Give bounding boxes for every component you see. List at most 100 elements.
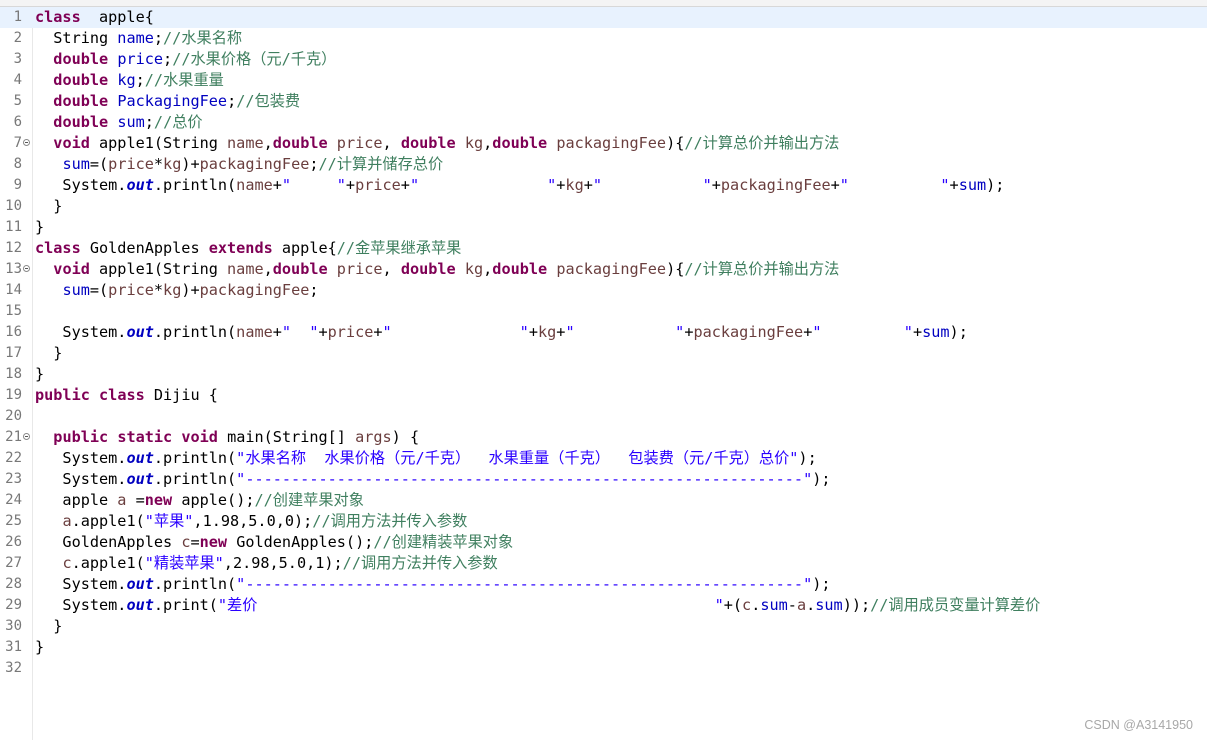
fold-toggle-icon[interactable] (23, 265, 30, 272)
code-line[interactable]: 27 c.apple1("精装苹果",2.98,5.0,1);//调用方法并传入… (0, 553, 1207, 574)
line-code: System.out.println(name+" "+price+" "+kg… (35, 175, 1004, 196)
watermark: CSDN @A3141950 (1084, 718, 1193, 732)
code-token: main(String[] (217, 428, 356, 446)
code-line[interactable]: 17 } (0, 343, 1207, 364)
code-line[interactable]: 25 a.apple1("苹果",1.98,5.0,0);//调用方法并传入参数 (0, 511, 1207, 532)
variable-token: price (336, 260, 383, 278)
code-token: .println( (153, 176, 237, 194)
code-token: ; (227, 92, 237, 110)
fold-toggle-icon[interactable] (23, 139, 30, 146)
line-number: 13 (5, 261, 22, 277)
code-line[interactable]: 16 System.out.println(name+" "+price+" "… (0, 322, 1207, 343)
comment-token: //水果价格（元/千克） (172, 50, 337, 68)
code-token: ); (812, 575, 831, 593)
line-code: void apple1(String name,double price, do… (35, 133, 839, 154)
code-line[interactable]: 20 (0, 406, 1207, 427)
code-line[interactable]: 28 System.out.println("-----------------… (0, 574, 1207, 595)
code-editor[interactable]: 1 class apple{2 String name;//水果名称 3 doubl… (0, 7, 1207, 740)
variable-token: kg (163, 281, 182, 299)
keyword-token: double (400, 134, 456, 152)
variable-token: kg (464, 260, 484, 278)
code-line[interactable]: 5 double PackagingFee;//包装费 (0, 91, 1207, 112)
code-line[interactable]: 7 void apple1(String name,double price, … (0, 133, 1207, 154)
code-token: +( (723, 596, 743, 614)
code-token: .println( (153, 575, 237, 593)
code-line[interactable]: 8 sum=(price*kg)+packagingFee;//计算并储存总价 (0, 154, 1207, 175)
code-token: + (912, 323, 923, 341)
code-line[interactable]: 26 GoldenApples c=new GoldenApples();//创… (0, 532, 1207, 553)
code-line[interactable]: 1 class apple{ (0, 7, 1207, 28)
line-code: sum=(price*kg)+packagingFee;//计算并储存总价 (35, 154, 443, 175)
comment-token: //金苹果继承苹果 (336, 239, 462, 257)
code-token: apple1(String (89, 134, 228, 152)
code-line[interactable]: 22 System.out.println("水果名称 水果价格（元/千克） 水… (0, 448, 1207, 469)
variable-token: a (796, 596, 807, 614)
line-number: 32 (5, 660, 22, 676)
comment-token: //水果重量 (144, 71, 224, 89)
code-line[interactable]: 10 } (0, 196, 1207, 217)
code-line[interactable]: 11} (0, 217, 1207, 238)
code-line[interactable]: 19 public class Dijiu { (0, 385, 1207, 406)
code-line[interactable]: 31} (0, 637, 1207, 658)
line-code: System.out.println("--------------------… (35, 469, 831, 490)
code-line[interactable]: 18} (0, 364, 1207, 385)
code-token: System. (35, 449, 127, 467)
variable-token: kg (464, 134, 484, 152)
string-token: "---------------------------------------… (236, 575, 813, 593)
code-token: * (153, 155, 164, 173)
code-line[interactable]: 29 System.out.print("差价 "+(c.sum-a.sum))… (0, 595, 1207, 616)
code-line[interactable]: 15 (0, 301, 1207, 322)
code-token: * (153, 281, 164, 299)
code-line[interactable]: 4 double kg;//水果重量 (0, 70, 1207, 91)
code-line[interactable]: 6 double sum;//总价 (0, 112, 1207, 133)
line-code: } (35, 217, 44, 238)
code-line[interactable]: 23 System.out.println("-----------------… (0, 469, 1207, 490)
comment-token: //调用方法并传入参数 (342, 554, 498, 572)
code-token: , (483, 260, 493, 278)
code-token: .apple1( (71, 512, 145, 530)
code-token: , (263, 134, 273, 152)
variable-token: packagingFee (199, 281, 310, 299)
variable-token: price (336, 134, 383, 152)
variable-token: kg (565, 176, 584, 194)
line-code: double PackagingFee;//包装费 (35, 91, 300, 112)
code-token: + (272, 323, 282, 341)
static-field-token: out (126, 596, 154, 614)
variable-token: args (355, 428, 392, 446)
string-token: " " (592, 176, 712, 194)
code-token: , (483, 134, 493, 152)
code-line[interactable]: 3 double price;//水果价格（元/千克） (0, 49, 1207, 70)
code-line[interactable]: 30 } (0, 616, 1207, 637)
code-line[interactable]: 32 (0, 658, 1207, 679)
keyword-token: double (492, 134, 548, 152)
keyword-token: double (400, 260, 456, 278)
code-line[interactable]: 2 String name;//水果名称 (0, 28, 1207, 49)
code-line[interactable]: 12 class GoldenApples extends apple{//金苹果… (0, 238, 1207, 259)
field-token: sum (958, 176, 987, 194)
code-line[interactable]: 21 public static void main(String[] args… (0, 427, 1207, 448)
comment-token: //计算并储存总价 (318, 155, 444, 173)
line-code: System.out.println("水果名称 水果价格（元/千克） 水果重量… (35, 448, 816, 469)
field-token: sum (815, 596, 843, 614)
code-token: GoldenApples (80, 239, 209, 257)
code-line[interactable]: 13 void apple1(String name,double price,… (0, 259, 1207, 280)
variable-token: price (327, 323, 374, 341)
fold-toggle-icon[interactable] (23, 433, 30, 440)
code-token: ); (812, 470, 831, 488)
static-field-token: out (126, 176, 154, 194)
field-token: sum (62, 155, 90, 173)
code-line[interactable]: 9 System.out.println(name+" "+price+" "+… (0, 175, 1207, 196)
code-token: ; (163, 50, 173, 68)
code-token: apple{ (272, 239, 337, 257)
code-line[interactable]: 14 sum=(price*kg)+packagingFee; (0, 280, 1207, 301)
code-line[interactable]: 24 apple a =new apple();//创建苹果对象 (0, 490, 1207, 511)
keyword-token: void (53, 260, 90, 278)
field-token: sum (760, 596, 788, 614)
